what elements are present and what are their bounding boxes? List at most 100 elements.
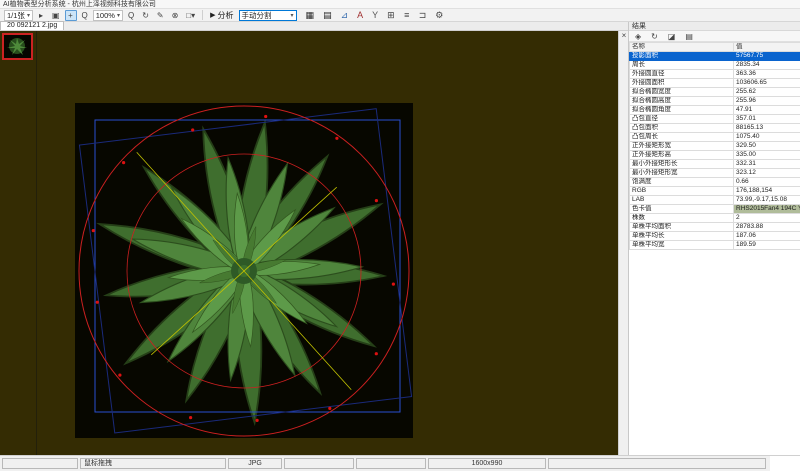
zoom-level-selector[interactable]: 100% ▾	[93, 10, 123, 21]
property-row[interactable]: 单株平均宽189.59	[630, 241, 800, 250]
edit-icon[interactable]: ✎	[154, 10, 167, 21]
property-value: 47.91	[734, 106, 800, 115]
next-page-button[interactable]: ▸	[35, 10, 47, 21]
property-name: 株数	[630, 214, 734, 223]
report-icon[interactable]: ▤	[320, 10, 335, 21]
thumbnail-strip	[0, 31, 37, 455]
property-name: 外接圆直径	[630, 70, 734, 79]
status-segment-empty	[2, 458, 78, 469]
shape-tool-button[interactable]: □ ▾	[183, 10, 198, 21]
property-name: 色卡值	[630, 205, 734, 214]
status-segment-empty2	[284, 458, 354, 469]
property-name: 正外接矩形宽	[630, 142, 734, 151]
tip-dot	[191, 128, 194, 131]
property-value: 73.99,-9.17,15.08	[734, 196, 800, 205]
property-row[interactable]: 拟合椭圆角度47.91	[630, 106, 800, 115]
property-name: 拟合椭圆高度	[630, 97, 734, 106]
properties-table: 名称 值 投影面积57567.75周长2835.34外接圆直径363.36外接圆…	[629, 42, 800, 250]
export-results-icon[interactable]: ▤	[682, 31, 696, 41]
filter-icon[interactable]: Y	[369, 10, 381, 21]
zoom-out-icon[interactable]: Q	[79, 10, 91, 21]
chevron-down-icon: ▾	[291, 12, 294, 19]
property-value: 176,188,154	[734, 187, 800, 196]
property-value: 255.96	[734, 97, 800, 106]
page-indicator: 1/1张	[7, 10, 25, 21]
copy-icon[interactable]: ▣	[49, 10, 63, 21]
property-name: 拟合椭圆角度	[630, 106, 734, 115]
save-image-icon[interactable]: ▦	[303, 10, 318, 21]
property-row[interactable]: 拟合椭圆高度255.96	[630, 97, 800, 106]
tip-dot	[392, 283, 395, 286]
pan-tool-button[interactable]: +	[65, 10, 77, 21]
property-row[interactable]: 饱满度0.66	[630, 178, 800, 187]
zoom-in-icon[interactable]: Q	[125, 10, 137, 21]
property-value: 329.50	[734, 142, 800, 151]
property-row[interactable]: 凸包面积88165.13	[630, 124, 800, 133]
clear-icon[interactable]: ◪	[665, 31, 679, 41]
segmentation-mode-selector[interactable]: 手动分割 ▾	[239, 10, 297, 21]
property-name: LAB	[630, 196, 734, 205]
play-icon: ▶	[210, 11, 215, 19]
list-icon[interactable]: ≡	[401, 10, 413, 21]
property-value: 57567.75	[734, 52, 800, 61]
property-row[interactable]: 色卡值RHS2015Fan4 194C Yellow-Green	[630, 205, 800, 214]
property-row[interactable]: 最小外接矩形宽323.12	[630, 169, 800, 178]
property-row[interactable]: 凸包直径357.01	[630, 115, 800, 124]
grid-icon[interactable]: ⊞	[384, 10, 398, 21]
properties-table-body: 投影面积57567.75周长2835.34外接圆直径363.36外接圆面积103…	[630, 52, 800, 250]
property-name: 外接圆面积	[630, 79, 734, 88]
property-name: 凸包直径	[630, 115, 734, 124]
tip-dot	[256, 419, 259, 422]
property-row[interactable]: 株数2	[630, 214, 800, 223]
status-segment-empty4	[548, 458, 766, 469]
property-row[interactable]: 正外接矩形高335.00	[630, 151, 800, 160]
property-name: 最小外接矩形长	[630, 160, 734, 169]
column-header-name: 名称	[630, 43, 734, 52]
property-name: 单株平均长	[630, 232, 734, 241]
property-value: 189.59	[734, 241, 800, 250]
property-row[interactable]: 外接圆面积103606.65	[630, 79, 800, 88]
plant-photo[interactable]	[75, 103, 413, 438]
rotate-icon[interactable]: ↻	[139, 10, 152, 21]
property-row[interactable]: 拟合椭圆宽度255.62	[630, 88, 800, 97]
zoom-level: 100%	[96, 11, 115, 20]
tip-dot	[96, 301, 99, 304]
property-row[interactable]: 凸包周长1075.40	[630, 133, 800, 142]
property-row[interactable]: 投影面积57567.75	[630, 52, 800, 61]
results-panel-title: 结果	[629, 22, 800, 31]
property-value: 0.66	[734, 178, 800, 187]
property-row[interactable]: 周长2835.34	[630, 61, 800, 70]
property-row[interactable]: 正外接矩形宽329.50	[630, 142, 800, 151]
page-selector[interactable]: 1/1张 ▾	[4, 10, 33, 21]
font-icon[interactable]: A	[354, 10, 366, 21]
property-value: 2835.34	[734, 61, 800, 70]
property-row[interactable]: 最小外接矩形长332.31	[630, 160, 800, 169]
property-name: 单株平均宽	[630, 241, 734, 250]
property-name: 单株平均面积	[630, 223, 734, 232]
tip-dot	[335, 137, 338, 140]
status-resolution: 1600x990	[428, 458, 546, 469]
delete-icon[interactable]: ⊗	[169, 10, 182, 21]
property-row[interactable]: 外接圆直径363.36	[630, 70, 800, 79]
image-canvas[interactable]	[0, 31, 618, 455]
tip-dot	[122, 161, 125, 164]
canvas-scrollbar[interactable]: ×	[618, 31, 628, 455]
property-row[interactable]: 单株平均长187.06	[630, 232, 800, 241]
chart-icon[interactable]: ⊿	[338, 10, 352, 21]
property-row[interactable]: 单株平均面积28783.88	[630, 223, 800, 232]
analyze-button[interactable]: ▶ 分析	[207, 10, 236, 21]
property-name: RGB	[630, 187, 734, 196]
property-row[interactable]: LAB73.99,-9.17,15.08	[630, 196, 800, 205]
column-header-value: 值	[734, 43, 800, 52]
plant-image	[96, 121, 387, 424]
export-icon[interactable]: ⊐	[416, 10, 430, 21]
chevron-down-icon: ▾	[27, 12, 30, 19]
property-name: 饱满度	[630, 178, 734, 187]
thumbnail-selected[interactable]	[2, 33, 33, 60]
refresh-icon[interactable]: ↻	[648, 31, 661, 41]
pin-icon[interactable]: ◈	[632, 31, 644, 41]
property-row[interactable]: RGB176,188,154	[630, 187, 800, 196]
resize-grip[interactable]	[770, 456, 800, 471]
settings-gear-icon[interactable]: ⚙	[432, 10, 446, 21]
image-tab[interactable]: 20 092121 2.jpg	[0, 21, 64, 30]
